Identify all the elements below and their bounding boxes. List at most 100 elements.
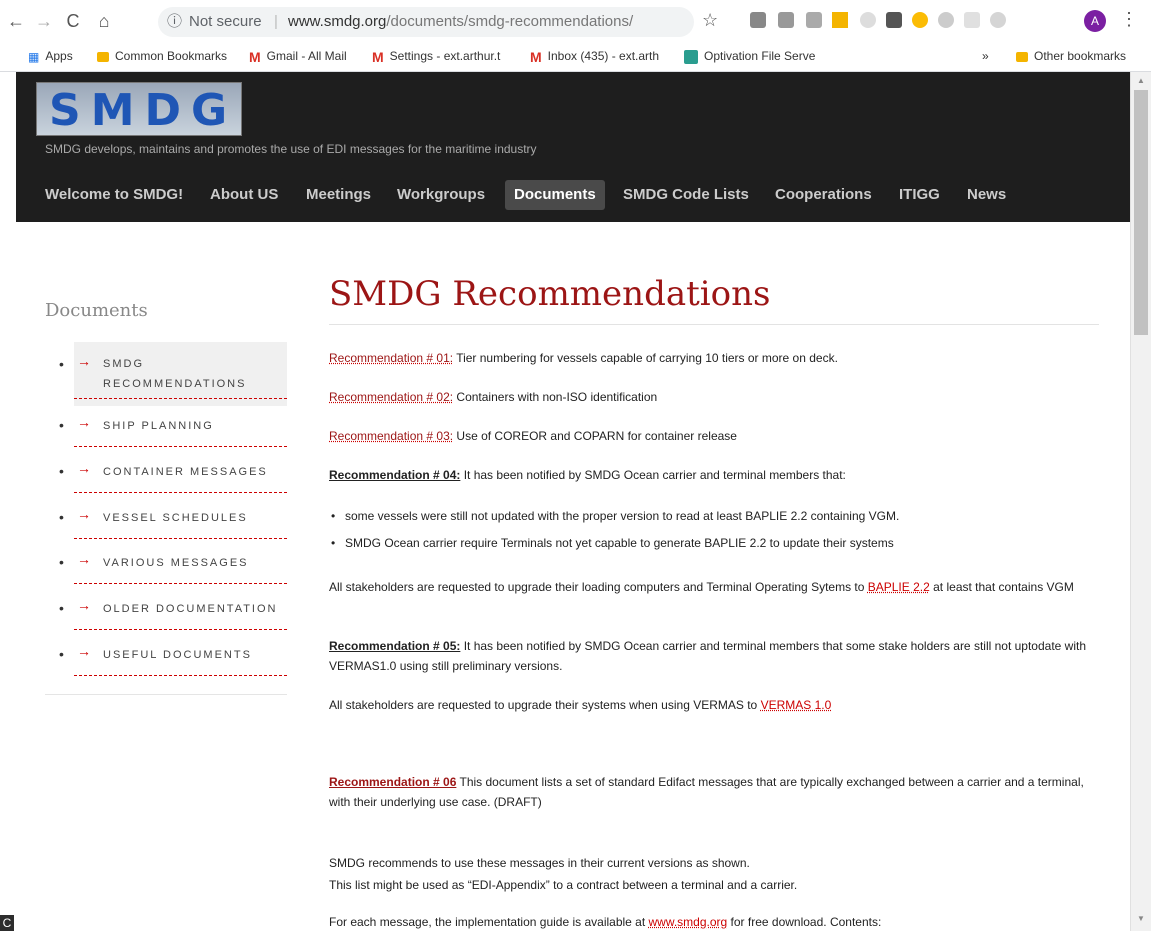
url-domain: www.smdg.org (288, 13, 387, 30)
nav-documents[interactable]: Documents (505, 180, 605, 210)
arrow-right-icon: → (77, 353, 91, 369)
sidebar: • → SMDG RECOMMENDATIONS • → SHIP PLANNI… (45, 342, 287, 695)
nav-workgroups[interactable]: Workgroups (388, 180, 494, 210)
smdg-logo[interactable]: SMDG (36, 82, 242, 136)
bullet-icon: • (59, 509, 64, 525)
corner-badge-icon: C (0, 915, 14, 931)
bullet-icon: • (59, 646, 64, 662)
bullet-icon: • (59, 554, 64, 570)
nav-about[interactable]: About US (201, 180, 287, 210)
browser-toolbar: ← → C ⌂ ⓘ Not secure | www.smdg.org/docu… (0, 0, 1151, 43)
bookmark-inbox[interactable]: M Inbox (435) - ext.arth (530, 49, 659, 65)
extension-icon[interactable] (750, 12, 766, 28)
bullet-icon: • (59, 600, 64, 616)
profile-avatar[interactable]: A (1084, 10, 1106, 32)
optivation-icon (684, 49, 698, 64)
nav-cooperations[interactable]: Cooperations (766, 180, 881, 210)
drive-icon[interactable] (832, 12, 848, 28)
nav-news[interactable]: News (958, 180, 1015, 210)
recommendation-05: Recommendation # 05: It has been notifie… (329, 639, 1087, 673)
gmail-icon: M (372, 49, 384, 65)
bookmark-gmail[interactable]: M Gmail - All Mail (249, 49, 347, 65)
forward-arrow-icon[interactable]: → (34, 11, 54, 31)
recommendation-04: Recommendation # 04: It has been notifie… (329, 468, 846, 482)
nav-itigg[interactable]: ITIGG (890, 180, 949, 210)
recommendation-02: Recommendation # 02: Containers with non… (329, 390, 658, 404)
nav-code-lists[interactable]: SMDG Code Lists (614, 180, 758, 210)
extension-icon[interactable] (860, 12, 876, 28)
extension-icon[interactable] (912, 12, 928, 28)
dashed-divider (74, 446, 287, 447)
reload-icon[interactable]: C (63, 11, 83, 31)
scroll-up-arrow-icon[interactable]: ▲ (1137, 76, 1145, 85)
arrow-right-icon: → (77, 643, 91, 659)
arrow-right-icon: → (77, 460, 91, 476)
recommendation-05-label: Recommendation # 05: (329, 639, 461, 653)
sidebar-title: Documents (45, 300, 148, 321)
extension-icon[interactable] (964, 12, 980, 28)
url-path: /documents/smdg-recommendations/ (386, 13, 634, 30)
bookmark-settings[interactable]: M Settings - ext.arthur.t (372, 49, 500, 65)
extension-icon[interactable] (990, 12, 1006, 28)
page-scrollbar[interactable]: ▲ ▼ (1130, 72, 1151, 931)
dashed-divider (74, 538, 287, 539)
star-icon[interactable]: ☆ (702, 10, 718, 31)
recommend-line-2: This list might be used as “EDI-Appendix… (329, 878, 798, 892)
dashed-divider (74, 398, 287, 399)
menu-dots-icon[interactable]: ⋮ (1120, 9, 1138, 30)
dashed-divider (74, 675, 287, 676)
implementation-guide: For each message, the implementation gui… (329, 915, 882, 929)
recommendation-06-link[interactable]: Recommendation # 06 (329, 775, 456, 789)
bookmark-overflow[interactable]: » (982, 49, 989, 63)
list-item: SMDG Ocean carrier require Terminals not… (331, 533, 894, 553)
not-secure-label: Not secure (189, 13, 262, 30)
arrow-right-icon: → (77, 597, 91, 613)
recommendation-01: Recommendation # 01: Tier numbering for … (329, 351, 838, 365)
url-separator: | (274, 13, 278, 30)
smdg-site-link[interactable]: www.smdg.org (649, 915, 728, 929)
site-tagline: SMDG develops, maintains and promotes th… (45, 142, 537, 156)
page-title: SMDG Recommendations (329, 274, 771, 314)
bullet-icon: • (59, 356, 64, 372)
extension-icon[interactable] (778, 12, 794, 28)
recommendation-01-link[interactable]: Recommendation # 01: (329, 351, 453, 365)
list-item: some vessels were still not updated with… (331, 506, 899, 526)
vermas-link[interactable]: VERMAS 1.0 (761, 698, 832, 712)
scroll-down-arrow-icon[interactable]: ▼ (1137, 914, 1145, 923)
dashed-divider (74, 583, 287, 584)
dashed-divider (74, 629, 287, 630)
address-bar[interactable]: ⓘ Not secure | www.smdg.org/documents/sm… (158, 7, 694, 37)
bullet-icon: • (59, 417, 64, 433)
url-text[interactable]: www.smdg.org/documents/smdg-recommendati… (288, 7, 633, 37)
recommendation-04-label: Recommendation # 04: (329, 468, 461, 482)
title-divider (329, 324, 1099, 325)
recommendation-04-request: All stakeholders are requested to upgrad… (329, 580, 1074, 594)
scrollbar-thumb[interactable] (1134, 90, 1148, 335)
extension-icon[interactable] (886, 12, 902, 28)
recommendation-03-link[interactable]: Recommendation # 03: (329, 429, 453, 443)
info-icon[interactable]: ⓘ (167, 7, 182, 37)
home-icon[interactable]: ⌂ (94, 11, 114, 31)
folder-icon (1016, 51, 1028, 62)
recommendation-02-link[interactable]: Recommendation # 02: (329, 390, 453, 404)
baplie-link[interactable]: BAPLIE 2.2 (868, 580, 930, 594)
gmail-icon: M (530, 49, 542, 65)
site-header: SMDG SMDG develops, maintains and promot… (16, 72, 1130, 222)
apps-grid-icon: ▦ (28, 49, 40, 64)
bookmark-optivation[interactable]: Optivation File Serve (684, 49, 815, 64)
extension-icon[interactable] (806, 12, 822, 28)
bookmark-other[interactable]: Other bookmarks (1016, 49, 1126, 63)
bookmarks-bar: ▦ Apps Common Bookmarks M Gmail - All Mail… (0, 43, 1151, 72)
back-arrow-icon[interactable]: ← (6, 11, 26, 31)
arrow-right-icon: → (77, 551, 91, 567)
nav-meetings[interactable]: Meetings (297, 180, 380, 210)
bullet-icon: • (59, 463, 64, 479)
folder-icon (97, 51, 109, 62)
recommend-line-1: SMDG recommends to use these messages in… (329, 856, 750, 870)
bookmark-apps[interactable]: ▦ Apps (28, 49, 73, 64)
arrow-right-icon: → (77, 506, 91, 522)
recommendation-05-request: All stakeholders are requested to upgrad… (329, 698, 832, 712)
bookmark-common[interactable]: Common Bookmarks (97, 49, 227, 63)
extension-icon[interactable] (938, 12, 954, 28)
nav-welcome[interactable]: Welcome to SMDG! (36, 180, 192, 210)
